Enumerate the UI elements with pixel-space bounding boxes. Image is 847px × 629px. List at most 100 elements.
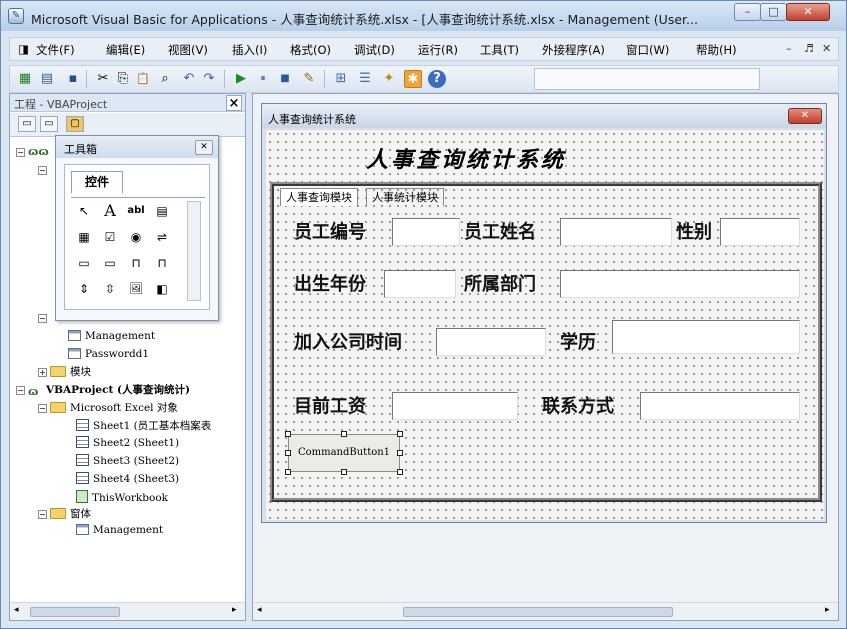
insert-userform-icon[interactable]: ▤ <box>38 70 56 88</box>
textbox-contact[interactable] <box>640 392 800 420</box>
mdi-restore-button[interactable]: ♬ <box>804 42 814 55</box>
tree-item-excel-objects[interactable]: Microsoft Excel 对象 <box>50 400 178 415</box>
properties-icon[interactable]: ☰ <box>356 70 374 88</box>
textbox-employee-name[interactable] <box>560 218 672 246</box>
tab-personnel-query[interactable]: 人事查询模块 <box>280 188 358 206</box>
tabstrip-tool-icon[interactable]: ⊓ <box>125 252 147 274</box>
tree-item-management-form-2[interactable]: Management <box>76 524 163 536</box>
scroll-left-icon[interactable]: ◂ <box>14 605 19 615</box>
frame-tool-icon[interactable]: ▭ <box>73 252 95 274</box>
tree-item-sheet3[interactable]: Sheet3 (Sheet2) <box>76 454 179 467</box>
mdi-minimize-button[interactable]: – <box>786 42 792 55</box>
menu-file[interactable]: 文件(F) <box>36 42 75 58</box>
break-icon[interactable]: ⏸ <box>254 70 272 88</box>
multipage-control[interactable]: 人事查询模块 人事统计模块 员工编号 员工姓名 性别 出生年份 所属部门 加入公… <box>270 182 822 502</box>
scroll-left-icon[interactable]: ◂ <box>257 605 262 615</box>
view-code-icon[interactable]: ▭ <box>18 116 36 132</box>
select-objects-icon[interactable]: ↖ <box>73 200 95 222</box>
design-mode-icon[interactable]: ✎ <box>300 70 318 88</box>
selection-handle[interactable] <box>397 450 403 456</box>
togglebutton-tool-icon[interactable]: ⇌ <box>151 226 173 248</box>
tree-item-sheet2[interactable]: Sheet2 (Sheet1) <box>76 436 179 449</box>
view-object-icon[interactable]: ▭ <box>40 116 58 132</box>
menu-debug[interactable]: 调试(D) <box>354 42 395 58</box>
selection-handle[interactable] <box>341 431 347 437</box>
menu-help[interactable]: 帮助(H) <box>696 42 737 58</box>
save-icon[interactable]: ▪ <box>64 70 82 88</box>
tree-item-password-form[interactable]: Passwordd1 <box>68 348 149 360</box>
toolbox-scrollbar[interactable] <box>187 201 201 301</box>
selection-handle[interactable] <box>285 431 291 437</box>
listbox-tool-icon[interactable]: ▦ <box>73 226 95 248</box>
tree-collapse-icon[interactable]: − <box>38 314 47 323</box>
mdi-close-button[interactable]: ✕ <box>822 42 831 55</box>
menu-window[interactable]: 窗口(W) <box>626 42 669 58</box>
project-horizontal-scrollbar[interactable]: ◂ ▸ <box>10 602 245 620</box>
scrollbar-thumb[interactable] <box>30 607 120 617</box>
userform-close-icon[interactable]: ✕ <box>788 108 822 124</box>
selection-handle[interactable] <box>285 469 291 475</box>
combobox-tool-icon[interactable]: ▤ <box>151 200 173 222</box>
toggle-folders-icon[interactable]: ▢ <box>66 116 84 132</box>
textbox-salary[interactable] <box>392 392 518 420</box>
help-icon[interactable]: ? <box>428 70 446 88</box>
textbox-birth-year[interactable] <box>384 270 456 298</box>
reset-icon[interactable]: ■ <box>276 70 294 88</box>
paste-icon[interactable]: 📋 <box>134 70 152 88</box>
project-explorer-close-icon[interactable]: × <box>226 95 242 111</box>
tree-item-thisworkbook[interactable]: ThisWorkbook <box>76 490 168 504</box>
tree-collapse-icon[interactable]: − <box>16 148 25 157</box>
textbox-education[interactable] <box>612 320 800 354</box>
textbox-tool-icon[interactable]: abl <box>125 200 147 222</box>
undo-icon[interactable]: ↶ <box>180 70 198 88</box>
userform-canvas[interactable]: 人事查询统计系统 人事查询模块 人事统计模块 员工编号 员工姓名 性别 出生年份… <box>266 130 824 520</box>
minimize-button[interactable]: – <box>734 3 761 21</box>
command-button-1[interactable]: CommandButton1 <box>288 434 400 472</box>
optionbutton-tool-icon[interactable]: ◉ <box>125 226 147 248</box>
checkbox-tool-icon[interactable]: ☑ <box>99 226 121 248</box>
tree-collapse-icon[interactable]: − <box>16 386 25 395</box>
run-icon[interactable]: ▶ <box>232 70 250 88</box>
redo-icon[interactable]: ↷ <box>200 70 218 88</box>
document-menu-icon[interactable]: ◨ <box>18 42 29 56</box>
tree-item-sheet1[interactable]: Sheet1 (员工基本档案表 <box>76 418 211 433</box>
menu-insert[interactable]: 插入(I) <box>232 42 267 58</box>
menu-tools[interactable]: 工具(T) <box>480 42 519 58</box>
label-tool-icon[interactable]: A <box>99 200 121 222</box>
menu-format[interactable]: 格式(O) <box>290 42 331 58</box>
selection-handle[interactable] <box>397 469 403 475</box>
selection-handle[interactable] <box>285 450 291 456</box>
tree-expand-icon[interactable]: + <box>38 368 47 377</box>
tree-item-forms[interactable]: 窗体 <box>50 506 91 521</box>
find-icon[interactable]: ⌕ <box>156 70 174 88</box>
cut-icon[interactable]: ✂ <box>94 70 112 88</box>
menu-view[interactable]: 视图(V) <box>168 42 208 58</box>
maximize-button[interactable]: □ <box>760 3 787 21</box>
refedit-tool-icon[interactable]: ◧ <box>151 278 173 300</box>
toolbox-tab-controls[interactable]: 控件 <box>71 171 123 193</box>
selection-handle[interactable] <box>341 469 347 475</box>
commandbutton-tool-icon[interactable]: ▭ <box>99 252 121 274</box>
scroll-right-icon[interactable]: ▸ <box>825 605 830 615</box>
tab-personnel-stats[interactable]: 人事统计模块 <box>366 188 444 206</box>
menu-addins[interactable]: 外接程序(A) <box>542 42 605 58</box>
selection-handle[interactable] <box>397 431 403 437</box>
designer-horizontal-scrollbar[interactable]: ◂ ▸ <box>253 602 838 620</box>
image-tool-icon[interactable]: 🖼 <box>125 278 147 300</box>
scrollbar-tool-icon[interactable]: ⇕ <box>73 278 95 300</box>
menu-edit[interactable]: 编辑(E) <box>106 42 145 58</box>
form-heading-label[interactable]: 人事查询统计系统 <box>366 142 566 174</box>
toolbox-close-icon[interactable]: ✕ <box>195 140 213 155</box>
tree-item-management-form[interactable]: Management <box>68 330 155 342</box>
excel-icon[interactable]: ▦ <box>16 70 34 88</box>
textbox-join-date[interactable] <box>436 328 546 356</box>
tree-item-sheet4[interactable]: Sheet4 (Sheet3) <box>76 472 179 485</box>
scrollbar-thumb[interactable] <box>403 607 673 617</box>
project-explorer-icon[interactable]: ⊞ <box>332 70 350 88</box>
tree-collapse-icon[interactable]: − <box>38 510 47 519</box>
tree-item-vbaproject[interactable]: ɷ VBAProject (人事查询统计) <box>28 382 190 398</box>
tree-collapse-icon[interactable]: − <box>38 166 47 175</box>
textbox-gender[interactable] <box>720 218 800 246</box>
scroll-right-icon[interactable]: ▸ <box>232 605 237 615</box>
menu-run[interactable]: 运行(R) <box>418 42 458 58</box>
